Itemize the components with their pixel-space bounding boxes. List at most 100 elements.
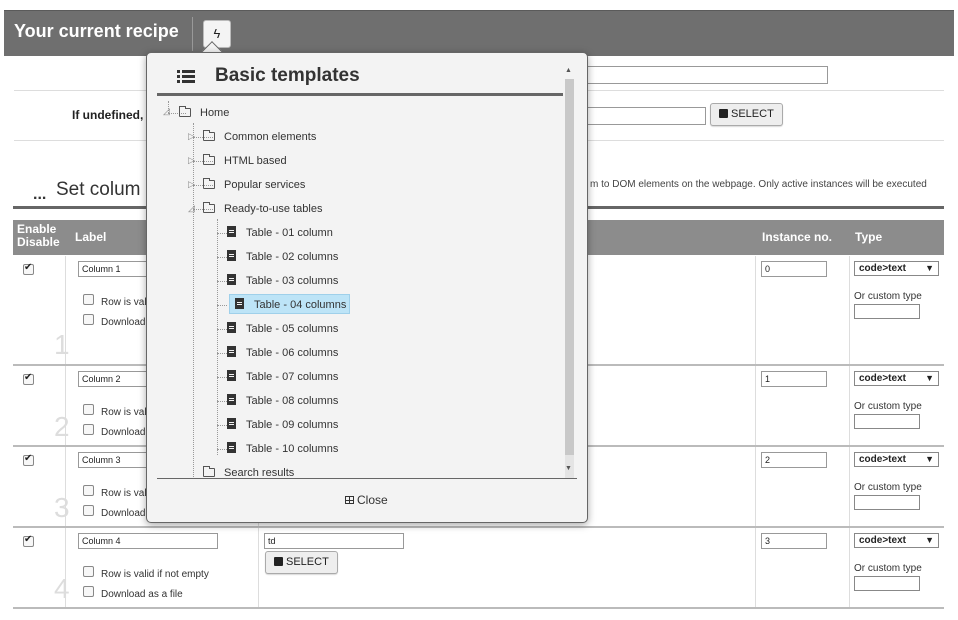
tree-node-table[interactable]: Table - 02 columns <box>227 247 338 267</box>
scroll-down-icon[interactable]: ▼ <box>565 465 572 472</box>
dropdown-arrow-icon: ▼ <box>925 373 934 383</box>
section-title: Set colum <box>56 179 141 200</box>
scroll-up-icon[interactable]: ▲ <box>565 67 572 74</box>
templates-button[interactable]: ϟ <box>203 20 231 48</box>
tree-node-table[interactable]: Table - 05 columns <box>227 319 338 339</box>
type-select[interactable]: code>text ▼ <box>854 533 939 548</box>
download-checkbox[interactable] <box>83 314 94 325</box>
folder-icon <box>203 154 215 165</box>
expanded-toggle-icon[interactable]: ◿ <box>163 106 170 117</box>
valid-label: Row is vali <box>101 297 149 308</box>
document-icon <box>235 298 244 309</box>
disable-header: Disable <box>17 235 60 249</box>
tree-node-table[interactable]: Table - 10 columns <box>227 439 338 459</box>
select-button-label: SELECT <box>286 556 329 568</box>
dropdown-arrow-icon: ▼ <box>925 454 934 464</box>
custom-type-label: Or custom type <box>854 401 922 412</box>
select-icon <box>274 557 283 566</box>
custom-type-input[interactable] <box>854 414 920 429</box>
page: Your current recipe ϟ If undefined, SELE… <box>0 0 958 620</box>
custom-type-label: Or custom type <box>854 563 922 574</box>
tree-node-home[interactable]: Home <box>179 103 229 123</box>
cell-divider <box>849 528 850 607</box>
header-divider <box>192 17 193 51</box>
popup-scrollbar[interactable] <box>565 79 574 479</box>
download-checkbox[interactable] <box>83 424 94 435</box>
tree-node-folder[interactable]: Popular services <box>203 175 305 195</box>
tree-node-folder[interactable]: HTML based <box>203 151 287 171</box>
type-select-value: code>text <box>859 373 906 384</box>
scrollbar-thumb[interactable] <box>565 79 574 455</box>
custom-type-input[interactable] <box>854 576 920 591</box>
type-select[interactable]: code>text ▼ <box>854 452 939 467</box>
tree-node-table[interactable]: Table - 03 columns <box>227 271 338 291</box>
recipe-url-input[interactable] <box>580 66 828 84</box>
type-select[interactable]: code>text ▼ <box>854 261 939 276</box>
valid-checkbox[interactable] <box>83 485 94 496</box>
custom-type-input[interactable] <box>854 495 920 510</box>
select-button[interactable]: SELECT <box>265 551 338 574</box>
selector-input[interactable]: td <box>264 533 404 549</box>
tree-guide <box>193 123 194 479</box>
custom-type-input[interactable] <box>854 304 920 319</box>
folder-open-icon <box>179 106 191 117</box>
collapsed-toggle-icon[interactable]: ▷ <box>188 179 195 190</box>
expanded-toggle-icon[interactable]: ◿ <box>188 203 195 214</box>
template-tree: ◿ Home ▷ Common elements ▷ HTML based ▷ … <box>157 101 563 479</box>
popup-footer-rule <box>157 478 577 479</box>
dropdown-arrow-icon: ▼ <box>925 535 934 545</box>
document-icon <box>227 250 236 261</box>
enable-checkbox[interactable] <box>23 372 34 385</box>
recipe-header: Your current recipe ϟ <box>4 10 954 56</box>
cell-divider <box>755 256 756 364</box>
tree-node-label: Home <box>200 107 230 119</box>
tree-node-table[interactable]: Table - 01 column <box>227 223 333 243</box>
select-button[interactable]: SELECT <box>710 103 783 126</box>
download-label: Download <box>101 427 146 438</box>
valid-checkbox[interactable] <box>83 294 94 305</box>
row-number: 3 <box>54 492 70 523</box>
download-label: Download <box>101 317 146 328</box>
tree-node-search[interactable]: Search results <box>203 463 294 479</box>
instance-input[interactable]: 3 <box>761 533 827 549</box>
tree-node-label: Ready-to-use tables <box>224 203 323 215</box>
tree-node-table-selected[interactable]: Table - 04 columns <box>229 294 351 314</box>
collapsed-toggle-icon[interactable]: ▷ <box>188 155 195 166</box>
valid-label: Row is vali <box>101 407 149 418</box>
download-checkbox[interactable] <box>83 586 94 597</box>
instance-input[interactable]: 1 <box>761 371 827 387</box>
close-button[interactable]: Close <box>345 493 388 507</box>
document-icon <box>227 442 236 453</box>
tree-node-label: Table - 09 columns <box>246 419 339 431</box>
instance-input[interactable]: 0 <box>761 261 827 277</box>
tree-node-table[interactable]: Table - 09 columns <box>227 415 338 435</box>
dropdown-arrow-icon: ▼ <box>925 263 934 273</box>
cell-divider <box>755 447 756 526</box>
enable-disable-header: Enable Disable <box>17 223 60 249</box>
tree-node-folder[interactable]: Ready-to-use tables <box>203 199 322 219</box>
ellipsis-icon[interactable]: ... <box>33 186 46 204</box>
table-icon <box>345 496 354 504</box>
folder-icon <box>203 130 215 141</box>
valid-checkbox[interactable] <box>83 404 94 415</box>
enable-checkbox[interactable] <box>23 453 34 466</box>
label-input[interactable]: Column 4 <box>78 533 218 549</box>
enable-checkbox[interactable] <box>23 262 34 275</box>
document-icon <box>227 394 236 405</box>
type-select[interactable]: code>text ▼ <box>854 371 939 386</box>
tree-node-table[interactable]: Table - 08 columns <box>227 391 338 411</box>
instance-input[interactable]: 2 <box>761 452 827 468</box>
enable-checkbox[interactable] <box>23 534 34 547</box>
tree-node-table[interactable]: Table - 07 columns <box>227 367 338 387</box>
document-icon <box>227 274 236 285</box>
cell-divider <box>755 366 756 445</box>
tree-node-folder[interactable]: Common elements <box>203 127 316 147</box>
custom-type-label: Or custom type <box>854 482 922 493</box>
cell-divider <box>258 528 259 607</box>
tree-node-table[interactable]: Table - 06 columns <box>227 343 338 363</box>
fallback-selector-input[interactable] <box>580 107 706 125</box>
tree-node-label: Table - 10 columns <box>246 443 339 455</box>
download-checkbox[interactable] <box>83 505 94 516</box>
valid-checkbox[interactable] <box>83 566 94 577</box>
collapsed-toggle-icon[interactable]: ▷ <box>188 131 195 142</box>
